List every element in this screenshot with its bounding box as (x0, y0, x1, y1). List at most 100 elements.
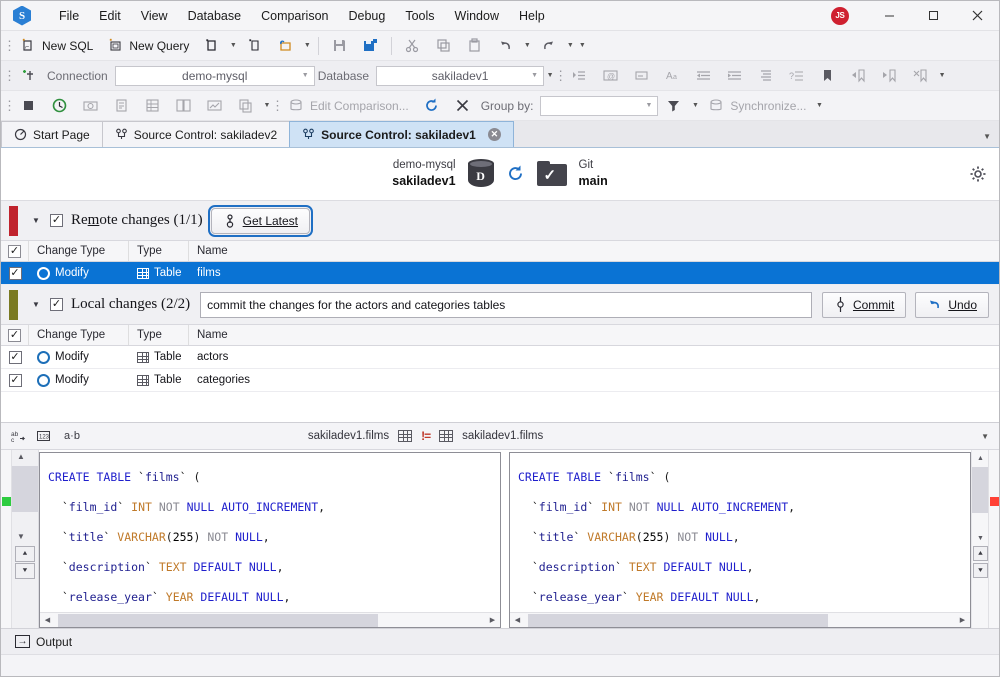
save-button[interactable] (324, 34, 355, 58)
tab-start-page[interactable]: Start Page (1, 121, 103, 147)
scroll-down-arrow[interactable]: ▼ (972, 530, 989, 547)
row-check-icon[interactable]: ✓ (8, 266, 22, 280)
left-scroll-thumb[interactable] (12, 466, 38, 512)
scroll-left-arrow[interactable]: ◀ (40, 613, 55, 628)
scroll-right-arrow[interactable]: ▶ (955, 613, 970, 628)
right-horizontal-scrollbar[interactable]: ◀ ▶ (510, 612, 970, 627)
local-expander[interactable]: ▼ (28, 300, 44, 309)
remote-col-name[interactable]: Name (189, 241, 999, 261)
filter-button[interactable] (658, 94, 689, 118)
tab-source-control-sakiladev1[interactable]: Source Control: sakiladev1 ✕ (289, 121, 514, 147)
left-pane-gutter[interactable]: ▲ ▼ ⯅ ⯆ (12, 450, 39, 628)
prev-difference-button[interactable]: ⯅ (973, 546, 988, 561)
chart-button[interactable] (199, 94, 230, 118)
new-connection-button[interactable] (13, 64, 44, 88)
toolbar1-overflow[interactable]: ▼ (576, 35, 588, 57)
diff-toolbar-overflow[interactable]: ▼ (981, 432, 999, 441)
case-change-button[interactable]: Aa (657, 64, 688, 88)
redo-dropdown[interactable]: ▼ (564, 35, 576, 57)
close-tab-icon[interactable]: ✕ (487, 128, 501, 141)
comment-button[interactable]: ? (781, 64, 812, 88)
toolbar-grip[interactable] (5, 37, 13, 55)
new-document-dropdown[interactable]: ▼ (227, 35, 239, 57)
bookmark-button[interactable] (812, 64, 843, 88)
left-diff-pane[interactable]: CREATE TABLE `films` ( `film_id` INT NOT… (39, 452, 501, 628)
left-diff-marker[interactable] (2, 497, 11, 506)
grid-report-button[interactable] (137, 94, 168, 118)
close-button[interactable] (955, 1, 999, 30)
commit-button[interactable]: Commit (821, 291, 907, 318)
snapshot-button[interactable] (75, 94, 106, 118)
right-diff-marker[interactable] (990, 497, 999, 506)
tab-overflow-icon[interactable]: ▼ (983, 132, 991, 141)
toolbar-grip[interactable] (5, 97, 13, 115)
rename-button[interactable] (626, 64, 657, 88)
copy-button[interactable] (428, 34, 459, 58)
row-check-icon[interactable]: ✓ (8, 373, 22, 387)
duplicate-comparison-button[interactable] (230, 94, 261, 118)
redo-button[interactable] (533, 34, 564, 58)
synchronize-button[interactable]: Synchronize... (701, 94, 813, 118)
menu-comparison[interactable]: Comparison (251, 5, 338, 27)
left-horizontal-scrollbar[interactable]: ◀ ▶ (40, 612, 500, 627)
remote-header-check-icon[interactable]: ✓ (8, 244, 21, 258)
stop-button[interactable] (13, 94, 44, 118)
align-text-button[interactable] (750, 64, 781, 88)
remote-header-checkbox[interactable]: ✓ (1, 241, 29, 261)
local-header-check-icon[interactable]: ✓ (8, 328, 21, 342)
edit-comparison-button[interactable]: Edit Comparison... (281, 94, 416, 118)
new-blank-file-button[interactable] (239, 34, 270, 58)
right-hscroll-thumb[interactable] (528, 614, 828, 627)
open-file-button[interactable] (270, 34, 301, 58)
local-col-name[interactable]: Name (189, 325, 999, 345)
left-diff-code[interactable]: CREATE TABLE `films` ( `film_id` INT NOT… (40, 453, 500, 612)
toolbar-grip[interactable] (273, 97, 281, 115)
menu-tools[interactable]: Tools (395, 5, 444, 27)
menu-file[interactable]: File (49, 5, 89, 27)
decrease-indent-button[interactable] (688, 64, 719, 88)
table-row[interactable]: ✓ Modify Table categories (1, 369, 999, 392)
save-all-button[interactable] (355, 34, 386, 58)
tab-source-control-sakiladev2[interactable]: Source Control: sakiladev2 (101, 121, 291, 147)
prev-bookmark-button[interactable] (843, 64, 874, 88)
output-panel-tab[interactable]: → Output (1, 628, 999, 654)
row-check-icon[interactable]: ✓ (8, 350, 22, 364)
undo-button[interactable]: Undo (915, 291, 989, 318)
left-diff-overview-strip[interactable] (1, 450, 12, 628)
row-checkbox[interactable]: ✓ (1, 262, 29, 284)
next-bookmark-button[interactable] (874, 64, 905, 88)
scroll-right-arrow[interactable]: ▶ (485, 613, 500, 628)
menu-window[interactable]: Window (445, 5, 509, 27)
compare-grid-button[interactable] (168, 94, 199, 118)
right-diff-pane[interactable]: CREATE TABLE `films` ( `film_id` INT NOT… (509, 452, 971, 628)
ignore-case-icon[interactable]: ab c (7, 425, 31, 447)
local-col-type[interactable]: Type (129, 325, 189, 345)
commit-message-input[interactable]: commit the changes for the actors and ca… (200, 291, 812, 318)
synchronize-dropdown[interactable]: ▼ (813, 95, 825, 117)
toolbar-grip[interactable] (556, 67, 564, 85)
scroll-left-arrow[interactable]: ◀ (510, 613, 525, 628)
right-pane-vertical-scrollbar[interactable]: ▲ ▼ ⯅ ⯆ (971, 450, 989, 628)
filter-dropdown[interactable]: ▼ (689, 95, 701, 117)
refresh-comparison-button[interactable] (416, 94, 447, 118)
history-button[interactable] (44, 94, 75, 118)
new-document-button[interactable] (196, 34, 227, 58)
right-scroll-thumb[interactable] (972, 467, 989, 513)
table-row[interactable]: ✓ Modify Table actors (1, 346, 999, 369)
menu-database[interactable]: Database (178, 5, 252, 27)
at-symbol-button[interactable]: @ (595, 64, 626, 88)
local-col-change-type[interactable]: Change Type (29, 325, 129, 345)
undo-button[interactable] (490, 34, 521, 58)
cancel-comparison-button[interactable] (447, 94, 478, 118)
minimize-button[interactable] (867, 1, 911, 30)
scroll-down-arrow[interactable]: ▼ (17, 532, 25, 541)
menu-help[interactable]: Help (509, 5, 555, 27)
menu-edit[interactable]: Edit (89, 5, 131, 27)
ignore-numbers-icon[interactable]: 123 (31, 425, 55, 447)
left-hscroll-thumb[interactable] (58, 614, 378, 627)
group-by-combobox[interactable]: ▼ (540, 95, 659, 116)
row-checkbox[interactable]: ✓ (1, 346, 29, 368)
new-query-button[interactable]: New Query (100, 34, 196, 58)
remote-col-change-type[interactable]: Change Type (29, 241, 129, 261)
get-latest-button[interactable]: Get Latest (207, 204, 314, 237)
